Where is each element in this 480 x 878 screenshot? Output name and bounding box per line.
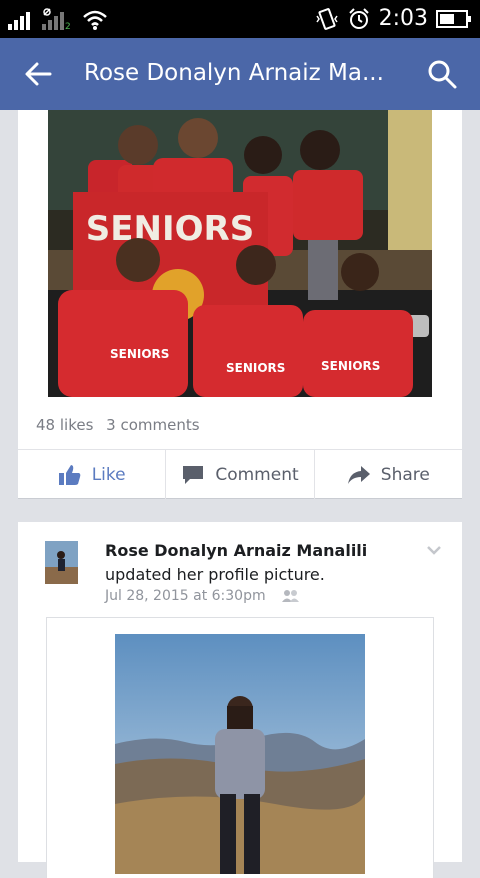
post-actions: Like Comment Share	[18, 449, 462, 499]
status-left: 2	[8, 8, 108, 30]
post-options-button[interactable]	[426, 542, 442, 555]
post-time-text: Jul 28, 2015 at 6:30pm	[105, 588, 266, 604]
comment-label: Comment	[215, 464, 299, 485]
comment-icon	[183, 465, 204, 484]
avatar[interactable]	[45, 541, 78, 584]
post-card: Rose Donalyn Arnaiz Manalili updated her…	[18, 522, 462, 878]
vibrate-icon	[315, 7, 338, 30]
sim2-label: 2	[65, 22, 71, 30]
signal-icon	[8, 12, 30, 30]
alarm-icon	[348, 7, 369, 29]
shirt-text-1: SENIORS	[110, 347, 169, 361]
post-author-name[interactable]: Rose Donalyn Arnaiz Manalili	[105, 541, 367, 560]
like-label: Like	[91, 464, 126, 485]
top-app-bar: Rose Donalyn Arnaiz Ma...	[0, 38, 480, 110]
banner-text: SENIORS	[86, 209, 254, 249]
post-timestamp[interactable]: Jul 28, 2015 at 6:30pm	[105, 588, 300, 604]
profile-photo-frame	[47, 618, 433, 878]
share-icon	[347, 465, 370, 484]
back-arrow-icon	[25, 62, 52, 86]
avatar-image	[45, 541, 78, 584]
status-right: 2:03	[315, 6, 472, 31]
post-description: updated her profile picture.	[105, 565, 325, 584]
post-photo[interactable]: SENIORS SENIORS SENIORS SENIORS	[48, 110, 432, 397]
like-button[interactable]: Like	[18, 450, 165, 499]
comment-button[interactable]: Comment	[165, 450, 313, 499]
post-card: SENIORS SENIORS SENIORS SENIORS 48 likes…	[18, 110, 462, 499]
wifi-icon	[83, 10, 107, 30]
back-button[interactable]	[22, 58, 58, 90]
battery-icon	[436, 9, 471, 28]
post-stats: 48 likes 3 comments	[36, 416, 200, 434]
profile-picture-image	[115, 634, 365, 874]
search-icon	[428, 60, 457, 89]
share-button[interactable]: Share	[313, 450, 462, 499]
status-bar: 2 2:03	[0, 0, 480, 38]
page-title: Rose Donalyn Arnaiz Ma...	[84, 60, 384, 86]
shirt-text-2: SENIORS	[226, 361, 285, 375]
search-button[interactable]	[426, 58, 458, 90]
shirt-text-3: SENIORS	[321, 359, 380, 373]
share-label: Share	[380, 464, 430, 485]
status-time: 2:03	[378, 6, 428, 31]
group-photo-image: SENIORS SENIORS SENIORS SENIORS	[48, 110, 432, 397]
chevron-down-icon	[427, 546, 441, 555]
comments-count[interactable]: 3 comments	[106, 416, 199, 434]
friends-audience-icon	[282, 590, 300, 602]
likes-count[interactable]: 48 likes	[36, 416, 93, 434]
thumbs-up-icon	[58, 464, 81, 485]
signal-sim2-icon: 2	[42, 8, 71, 30]
profile-photo[interactable]	[115, 634, 365, 874]
